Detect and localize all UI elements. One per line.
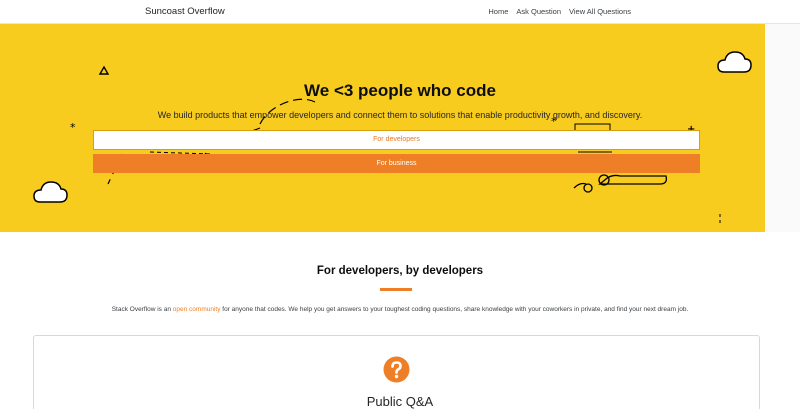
section-text-before: Stack Overflow is an bbox=[111, 306, 173, 313]
hero-subtitle: We build products that empower developer… bbox=[157, 110, 643, 120]
hero-title: We <3 people who code bbox=[304, 81, 496, 100]
section-title: For developers, by developers bbox=[316, 265, 484, 277]
cloud-doodle-icon bbox=[717, 51, 752, 73]
hero-doodle-illustration: * * + bbox=[33, 51, 752, 224]
hero-right-gutter bbox=[765, 24, 800, 232]
nav-link-home[interactable]: Home bbox=[488, 7, 508, 16]
question-circle-icon bbox=[383, 356, 410, 383]
triangle-doodle-icon bbox=[98, 65, 110, 75]
nav-link-view-all-questions[interactable]: View All Questions bbox=[569, 7, 631, 16]
top-navbar: Suncoast Overflow Home Ask Question View… bbox=[0, 0, 800, 24]
nav-links: Home Ask Question View All Questions bbox=[488, 7, 631, 16]
cloud-doodle-icon bbox=[33, 181, 68, 203]
card-title: Public Q&A bbox=[366, 394, 434, 409]
asterisk-doodle-icon: * bbox=[70, 121, 76, 134]
car-doodle-icon bbox=[573, 174, 668, 193]
nav-link-ask-question[interactable]: Ask Question bbox=[516, 7, 561, 16]
for-developers-button[interactable]: For developers bbox=[93, 130, 700, 150]
hero-banner: * * + We <3 people who code We build bbox=[0, 24, 800, 232]
section-title-underline bbox=[380, 288, 412, 291]
section-text-after: for anyone that codes. We help you get a… bbox=[220, 306, 689, 313]
brand-logo-text[interactable]: Suncoast Overflow bbox=[145, 6, 225, 17]
section-description: Stack Overflow is an open community for … bbox=[0, 306, 800, 313]
open-community-link[interactable]: open community bbox=[173, 306, 221, 313]
for-business-button[interactable]: For business bbox=[93, 154, 700, 173]
